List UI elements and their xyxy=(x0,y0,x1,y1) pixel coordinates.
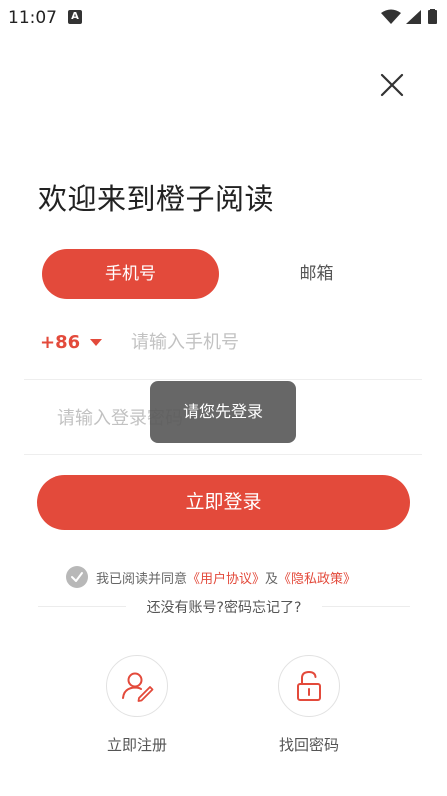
status-time: 11:07 xyxy=(8,8,57,28)
battery-icon xyxy=(428,10,437,24)
status-bar: 11:07 A xyxy=(0,0,447,36)
register-label[interactable]: 立即注册 xyxy=(87,734,187,755)
toast-message: 请您先登录 xyxy=(150,381,296,443)
find-password-label[interactable]: 找回密码 xyxy=(259,734,359,755)
agreement-prefix: 我已阅读并同意 xyxy=(96,571,188,587)
tab-email[interactable]: 邮箱 xyxy=(258,249,375,299)
agreement-row: 我已阅读并同意 《用户协议》 及 《隐私政策》 xyxy=(66,566,356,588)
privacy-policy-link[interactable]: 《隐私政策》 xyxy=(278,568,356,587)
user-agreement-link[interactable]: 《用户协议》 xyxy=(187,568,265,587)
app-notification-icon: A xyxy=(68,10,82,24)
page-title: 欢迎来到橙子阅读 xyxy=(38,182,275,216)
find-password-button[interactable] xyxy=(278,655,340,717)
divider xyxy=(24,379,422,380)
help-text[interactable]: 还没有账号?密码忘记了? xyxy=(126,597,322,617)
divider xyxy=(24,454,422,455)
tab-phone[interactable]: 手机号 xyxy=(42,249,219,299)
login-button[interactable]: 立即登录 xyxy=(37,475,410,530)
divider-right xyxy=(322,606,410,607)
check-icon xyxy=(71,572,83,582)
country-code-select[interactable]: +86 xyxy=(40,329,103,355)
wifi-icon xyxy=(381,9,401,24)
register-button[interactable] xyxy=(106,655,168,717)
divider-left xyxy=(38,606,126,607)
user-edit-icon xyxy=(122,672,154,702)
country-code-value: +86 xyxy=(40,331,81,353)
agreement-checkbox[interactable] xyxy=(66,566,88,588)
unlock-icon xyxy=(297,670,321,701)
status-icons xyxy=(381,9,437,24)
signal-icon xyxy=(406,10,421,24)
agreement-and: 及 xyxy=(265,571,279,587)
close-button[interactable] xyxy=(375,68,409,102)
caret-down-icon xyxy=(90,338,103,346)
phone-input[interactable] xyxy=(131,326,421,358)
close-icon xyxy=(380,73,404,97)
